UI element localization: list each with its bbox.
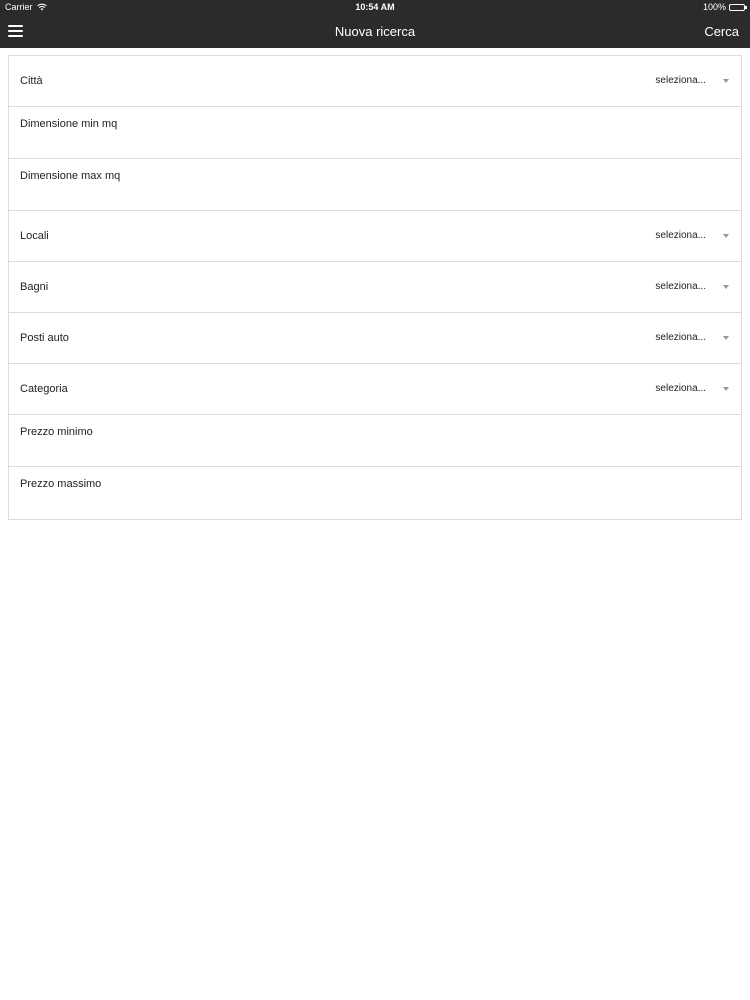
field-label: Dimensione min mq <box>20 118 118 130</box>
min-price-field[interactable]: Prezzo minimo <box>9 415 741 467</box>
bathrooms-select[interactable]: Bagni seleziona... <box>9 262 741 313</box>
field-label: Posti auto <box>20 332 69 344</box>
navigation-bar: Nuova ricerca Cerca <box>0 15 750 48</box>
battery-full-icon <box>729 3 747 11</box>
select-value: seleziona... <box>655 230 706 241</box>
field-label: Dimensione max mq <box>20 170 121 182</box>
max-price-field[interactable]: Prezzo massimo <box>9 467 741 519</box>
caret-down-icon <box>723 387 729 391</box>
select-value: seleziona... <box>655 383 706 394</box>
status-bar: Carrier 10:54 AM 100% <box>0 0 750 15</box>
select-value: seleziona... <box>655 75 706 86</box>
field-label: Prezzo massimo <box>20 478 102 490</box>
field-label: Categoria <box>20 383 68 395</box>
select-value: seleziona... <box>655 332 706 343</box>
caret-down-icon <box>723 336 729 340</box>
category-select[interactable]: Categoria seleziona... <box>9 364 741 415</box>
status-time: 10:54 AM <box>355 2 395 12</box>
search-form: Città seleziona... Dimensione min mq Dim… <box>8 55 742 520</box>
page-title: Nuova ricerca <box>334 24 416 39</box>
field-label: Bagni <box>20 281 49 293</box>
battery-percent: 100% <box>702 2 726 12</box>
battery-indicator: 100% <box>702 2 747 12</box>
field-label: Locali <box>20 230 49 242</box>
select-value: seleziona... <box>655 281 706 292</box>
city-select[interactable]: Città seleziona... <box>9 56 741 107</box>
caret-down-icon <box>723 285 729 289</box>
caret-down-icon <box>723 79 729 83</box>
min-size-field[interactable]: Dimensione min mq <box>9 107 741 159</box>
search-button[interactable]: Cerca <box>704 24 739 39</box>
field-label: Città <box>20 75 43 87</box>
caret-down-icon <box>723 234 729 238</box>
rooms-select[interactable]: Locali seleziona... <box>9 211 741 262</box>
parking-select[interactable]: Posti auto seleziona... <box>9 313 741 364</box>
max-size-field[interactable]: Dimensione max mq <box>9 159 741 211</box>
field-label: Prezzo minimo <box>20 426 93 438</box>
